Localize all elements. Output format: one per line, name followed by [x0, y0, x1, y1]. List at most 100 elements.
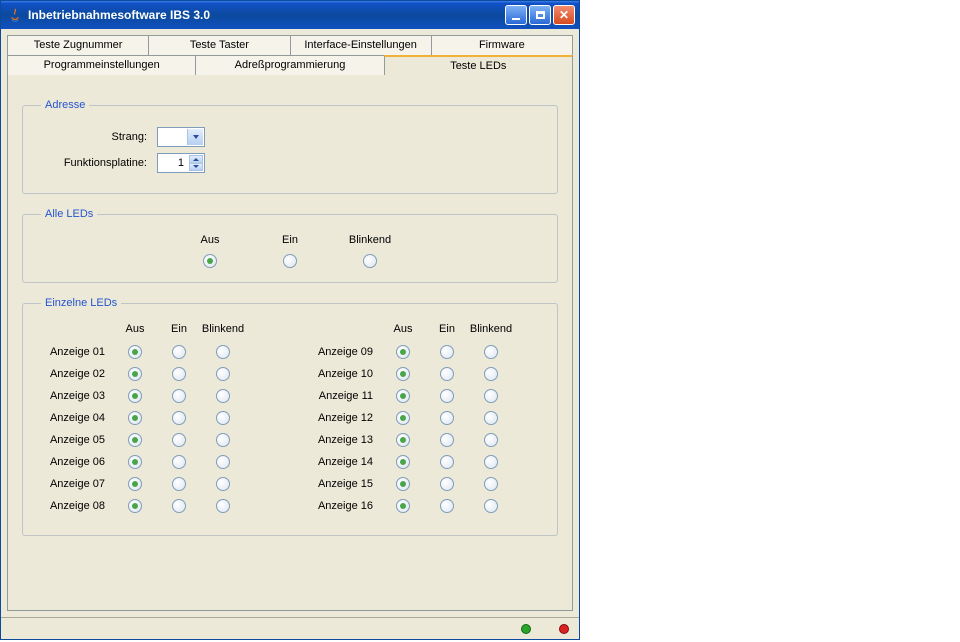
- einzelne-header-ein: Ein: [157, 323, 201, 335]
- led-radio-ein[interactable]: [440, 411, 454, 425]
- led-row: Anzeige 11: [305, 389, 543, 403]
- group-alle-leds: Alle LEDs AusEinBlinkend: [22, 208, 558, 283]
- led-label: Anzeige 14: [305, 456, 381, 468]
- led-radio-aus[interactable]: [128, 477, 142, 491]
- led-radio-aus[interactable]: [128, 499, 142, 513]
- led-radio-ein[interactable]: [440, 499, 454, 513]
- led-label: Anzeige 06: [37, 456, 113, 468]
- led-radio-aus[interactable]: [128, 345, 142, 359]
- led-radio-blinkend[interactable]: [484, 389, 498, 403]
- led-label: Anzeige 07: [37, 478, 113, 490]
- group-adresse: Adresse Strang: Funktionsplatine: 1: [22, 99, 558, 194]
- led-radio-ein[interactable]: [172, 433, 186, 447]
- led-label: Anzeige 04: [37, 412, 113, 424]
- tab-teste-taster[interactable]: Teste Taster: [148, 35, 290, 55]
- status-dot-green: [521, 624, 531, 634]
- led-label: Anzeige 16: [305, 500, 381, 512]
- led-radio-blinkend[interactable]: [484, 411, 498, 425]
- led-radio-blinkend[interactable]: [484, 477, 498, 491]
- led-radio-blinkend[interactable]: [484, 345, 498, 359]
- led-radio-aus[interactable]: [396, 411, 410, 425]
- led-radio-blinkend[interactable]: [216, 433, 230, 447]
- led-row: Anzeige 01: [37, 345, 275, 359]
- app-window: Inbetriebnahmesoftware IBS 3.0 ✕ Teste Z…: [0, 0, 580, 640]
- led-row: Anzeige 04: [37, 411, 275, 425]
- minimize-button[interactable]: [505, 5, 527, 25]
- led-radio-aus[interactable]: [396, 389, 410, 403]
- alle-leds-header-blinkend: Blinkend: [349, 234, 391, 246]
- titlebar: Inbetriebnahmesoftware IBS 3.0 ✕: [1, 1, 579, 29]
- led-radio-aus[interactable]: [128, 433, 142, 447]
- tab-programmeinstellungen[interactable]: Programmeinstellungen: [7, 55, 196, 75]
- led-radio-blinkend[interactable]: [216, 499, 230, 513]
- led-radio-aus[interactable]: [396, 345, 410, 359]
- led-radio-aus[interactable]: [396, 433, 410, 447]
- led-radio-ein[interactable]: [440, 477, 454, 491]
- led-radio-aus[interactable]: [128, 411, 142, 425]
- led-radio-blinkend[interactable]: [484, 499, 498, 513]
- maximize-button[interactable]: [529, 5, 551, 25]
- led-radio-aus[interactable]: [396, 367, 410, 381]
- led-radio-blinkend[interactable]: [216, 367, 230, 381]
- led-radio-aus[interactable]: [128, 389, 142, 403]
- tab-teste-leds[interactable]: Teste LEDs: [384, 55, 573, 75]
- led-radio-blinkend[interactable]: [216, 345, 230, 359]
- led-radio-ein[interactable]: [172, 411, 186, 425]
- led-radio-aus[interactable]: [396, 477, 410, 491]
- led-row: Anzeige 06: [37, 455, 275, 469]
- led-row: Anzeige 08: [37, 499, 275, 513]
- led-radio-ein[interactable]: [172, 477, 186, 491]
- funktionsplatine-label: Funktionsplatine:: [37, 157, 147, 169]
- spinner-down-button[interactable]: [189, 163, 203, 172]
- led-radio-blinkend[interactable]: [216, 455, 230, 469]
- led-row: Anzeige 03: [37, 389, 275, 403]
- strang-combo[interactable]: [157, 127, 205, 147]
- led-row: Anzeige 13: [305, 433, 543, 447]
- led-radio-ein[interactable]: [172, 345, 186, 359]
- led-label: Anzeige 15: [305, 478, 381, 490]
- led-radio-ein[interactable]: [172, 389, 186, 403]
- led-radio-ein[interactable]: [440, 389, 454, 403]
- tab-interface-einstellungen[interactable]: Interface-Einstellungen: [290, 35, 432, 55]
- close-button[interactable]: ✕: [553, 5, 575, 25]
- group-adresse-title: Adresse: [41, 99, 89, 111]
- tab-teste-zugnummer[interactable]: Teste Zugnummer: [7, 35, 149, 55]
- led-radio-ein[interactable]: [440, 455, 454, 469]
- statusbar: [1, 617, 579, 639]
- einzelne-header-aus: Aus: [381, 323, 425, 335]
- led-radio-blinkend[interactable]: [216, 411, 230, 425]
- tab-firmware[interactable]: Firmware: [431, 35, 573, 55]
- led-radio-blinkend[interactable]: [484, 433, 498, 447]
- alle-leds-radio-ein[interactable]: [283, 254, 297, 268]
- led-radio-aus[interactable]: [128, 367, 142, 381]
- led-radio-ein[interactable]: [172, 367, 186, 381]
- led-radio-blinkend[interactable]: [484, 367, 498, 381]
- alle-leds-header-ein: Ein: [282, 234, 298, 246]
- einzelne-header-blinkend: Blinkend: [201, 323, 245, 335]
- alle-leds-radio-blinkend[interactable]: [363, 254, 377, 268]
- led-radio-ein[interactable]: [440, 367, 454, 381]
- einzelne-header-blinkend: Blinkend: [469, 323, 513, 335]
- led-radio-ein[interactable]: [440, 345, 454, 359]
- led-label: Anzeige 01: [37, 346, 113, 358]
- tab-panel-teste-leds: Adresse Strang: Funktionsplatine: 1: [7, 74, 573, 611]
- led-radio-blinkend[interactable]: [216, 477, 230, 491]
- led-radio-ein[interactable]: [440, 433, 454, 447]
- led-row: Anzeige 14: [305, 455, 543, 469]
- led-radio-blinkend[interactable]: [216, 389, 230, 403]
- led-radio-aus[interactable]: [396, 455, 410, 469]
- led-label: Anzeige 08: [37, 500, 113, 512]
- led-radio-aus[interactable]: [128, 455, 142, 469]
- alle-leds-radio-aus[interactable]: [203, 254, 217, 268]
- led-radio-blinkend[interactable]: [484, 455, 498, 469]
- led-radio-aus[interactable]: [396, 499, 410, 513]
- led-radio-ein[interactable]: [172, 455, 186, 469]
- tab-adre-programmierung[interactable]: Adreßprogrammierung: [195, 55, 384, 75]
- chevron-down-icon: [187, 129, 203, 145]
- led-radio-ein[interactable]: [172, 499, 186, 513]
- client-area: Teste ZugnummerTeste TasterInterface-Ein…: [1, 29, 579, 617]
- group-einzelne-leds: Einzelne LEDs AusEinBlinkendAnzeige 01An…: [22, 297, 558, 536]
- led-label: Anzeige 12: [305, 412, 381, 424]
- funktionsplatine-spinner[interactable]: 1: [157, 153, 205, 173]
- einzelne-header-aus: Aus: [113, 323, 157, 335]
